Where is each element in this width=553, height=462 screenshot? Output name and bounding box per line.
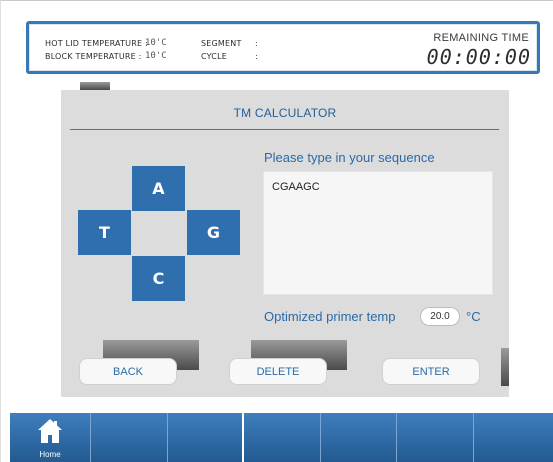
shadow-block-right — [501, 348, 509, 386]
nav-home-button[interactable]: Home — [10, 413, 91, 462]
block-temperature-value: 10'C — [145, 51, 167, 61]
sequence-prompt: Please type in your sequence — [264, 150, 435, 165]
bottom-nav-bar: Home — [10, 413, 553, 462]
delete-button[interactable]: DELETE — [229, 358, 327, 385]
nav-slot-5[interactable] — [321, 413, 397, 462]
primer-temp-unit: °C — [466, 309, 481, 324]
home-label: Home — [39, 450, 61, 459]
cycle-label: CYCLE — [201, 52, 227, 61]
base-a-button[interactable]: A — [132, 166, 185, 211]
cycle-separator: : — [255, 52, 258, 61]
status-bar: HOT LID TEMPERATURE : 10'C BLOCK TEMPERA… — [26, 21, 540, 74]
back-button[interactable]: BACK — [79, 358, 177, 385]
shadow-strip — [80, 82, 110, 90]
nav-slot-6[interactable] — [397, 413, 474, 462]
base-g-button[interactable]: G — [187, 210, 240, 255]
primer-temp-input[interactable]: 20.0 — [420, 307, 460, 326]
base-c-button[interactable]: C — [132, 256, 185, 301]
dialog-title: TM CALCULATOR — [233, 106, 337, 120]
block-temperature-label: BLOCK TEMPERATURE : — [45, 52, 142, 61]
base-t-button[interactable]: T — [78, 210, 131, 255]
hot-lid-temperature-value: 10'C — [145, 38, 167, 48]
hot-lid-temperature-label: HOT LID TEMPERATURE : — [45, 39, 148, 48]
remaining-time-label: REMAINING TIME — [433, 32, 529, 44]
nav-slot-4[interactable] — [244, 413, 321, 462]
segment-separator: : — [255, 39, 258, 48]
segment-label: SEGMENT — [201, 39, 242, 48]
primer-temp-label: Optimized primer temp — [264, 309, 396, 324]
tm-calculator-dialog: TM CALCULATOR A T G C Please type in you… — [61, 90, 509, 397]
nav-slot-2[interactable] — [91, 413, 168, 462]
home-icon — [38, 419, 62, 443]
nav-slot-7[interactable] — [474, 413, 551, 462]
nav-slot-3[interactable] — [168, 413, 244, 462]
sequence-input[interactable]: CGAAGC — [263, 171, 493, 295]
remaining-time-value: 00:00:00 — [426, 45, 531, 69]
enter-button[interactable]: ENTER — [382, 358, 480, 385]
title-divider — [70, 129, 499, 130]
